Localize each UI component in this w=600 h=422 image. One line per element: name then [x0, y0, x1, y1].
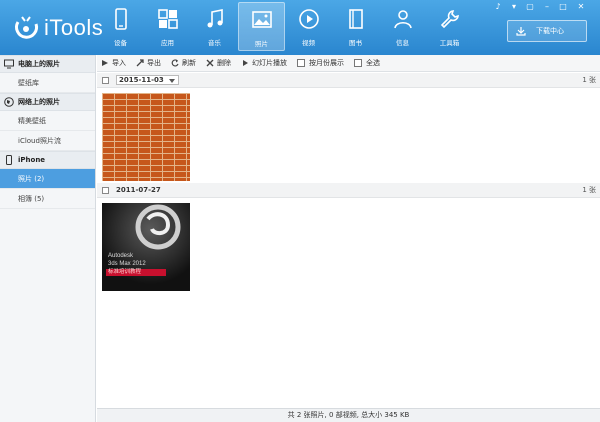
sidebar-item-label: 相簿 (5): [18, 194, 45, 203]
nav-toolbox-label: 工具箱: [439, 39, 460, 47]
download-icon: [516, 27, 526, 36]
book-cover-line2: 3ds Max 2012: [108, 261, 146, 267]
slideshow-label: 幻灯片播放: [252, 59, 287, 67]
sidebar-item-wallpaper-library[interactable]: 壁纸库: [0, 73, 95, 93]
sidebar-group-online-photos[interactable]: 网络上的照片: [0, 93, 95, 111]
nav-apps-label: 应用: [161, 39, 174, 47]
by-month-toggle[interactable]: 按月份展示: [297, 58, 344, 68]
nav-books[interactable]: 图书: [332, 2, 379, 51]
nav-messages[interactable]: 信息: [379, 2, 426, 51]
export-button[interactable]: 导出: [136, 58, 161, 68]
by-month-label: 按月份展示: [309, 59, 344, 67]
nav-photos[interactable]: 照片: [238, 2, 285, 51]
slideshow-button[interactable]: 幻灯片播放: [241, 58, 287, 68]
date-group-date: 2015-11-03: [119, 76, 164, 84]
sidebar-item-label: 照片 (2): [18, 174, 45, 183]
sidebar-item-wallpapers[interactable]: 精美壁纸: [0, 111, 95, 131]
download-center-label: 下载中心: [536, 27, 564, 35]
monitor-icon: [4, 59, 14, 69]
settings-icon[interactable]: ▢: [524, 2, 536, 12]
export-icon: [136, 59, 144, 67]
main-nav: 设备 应用 音乐 照片 视频 图书 信息 工具箱: [97, 2, 473, 53]
header-bar: iTools 设备 应用 音乐 照片 视频 图书 信息 工具箱 下载中心 ♪ ▾…: [0, 0, 600, 55]
date-group-checkbox[interactable]: [102, 76, 109, 84]
video-icon: [298, 9, 319, 29]
photo-icon: [251, 11, 272, 28]
maximize-icon[interactable]: □: [557, 2, 569, 12]
date-group-date: 2011-07-27: [116, 186, 161, 194]
sidebar-item-label: 壁纸库: [18, 78, 39, 87]
person-icon: [393, 10, 412, 29]
nav-video-label: 视频: [302, 39, 315, 47]
select-all-toggle[interactable]: 全选: [354, 58, 380, 68]
sidebar-item-icloud-stream[interactable]: iCloud照片流: [0, 131, 95, 151]
nav-messages-label: 信息: [396, 39, 409, 47]
refresh-icon: [171, 59, 179, 67]
nav-toolbox[interactable]: 工具箱: [426, 2, 473, 51]
delete-button[interactable]: 删除: [206, 58, 231, 68]
delete-label: 删除: [217, 59, 231, 67]
menu-icon[interactable]: ▾: [508, 2, 520, 12]
music-icon: [207, 9, 223, 28]
play-icon: [243, 60, 248, 66]
refresh-button[interactable]: 刷新: [171, 58, 196, 68]
book-icon: [348, 9, 363, 29]
import-button[interactable]: 导入: [101, 58, 126, 68]
globe-icon: [4, 97, 14, 107]
nav-device[interactable]: 设备: [97, 2, 144, 51]
status-bar: 共 2 张照片, 0 部视频, 总大小 345 KB: [97, 408, 600, 422]
select-all-checkbox[interactable]: [354, 59, 362, 67]
minimize-icon[interactable]: –: [541, 2, 553, 12]
nav-photos-label: 照片: [255, 40, 268, 48]
sidebar-item-photos[interactable]: 照片 (2): [0, 169, 95, 189]
close-icon[interactable]: ✕: [575, 2, 587, 12]
sidebar: 电脑上的照片 壁纸库 网络上的照片 精美壁纸 iCloud照片流 iPhone …: [0, 55, 96, 422]
date-group-dropdown[interactable]: 2015-11-03: [116, 75, 179, 85]
date-group-header: 2015-11-03 1 张: [97, 73, 600, 88]
sidebar-item-albums[interactable]: 相簿 (5): [0, 189, 95, 209]
sidebar-group-label: iPhone: [18, 156, 46, 164]
sidebar-group-iphone[interactable]: iPhone: [0, 151, 95, 169]
photo-toolbar: 导入 导出 刷新 删除 幻灯片播放 按月份展示 全选: [97, 55, 600, 72]
sidebar-group-pc-photos[interactable]: 电脑上的照片: [0, 55, 95, 73]
sidebar-item-label: iCloud照片流: [18, 136, 61, 145]
nav-music-label: 音乐: [208, 39, 221, 47]
delete-icon: [206, 59, 214, 67]
refresh-label: 刷新: [182, 59, 196, 67]
photo-grid: 2015-11-03 1 张 2011-07-27 1 张 Autodesk 3…: [97, 73, 600, 407]
select-all-label: 全选: [366, 59, 380, 67]
sidebar-group-label: 电脑上的照片: [18, 60, 60, 68]
date-group-count: 1 张: [582, 76, 596, 84]
by-month-checkbox[interactable]: [297, 59, 305, 67]
sidebar-item-label: 精美壁纸: [18, 116, 46, 125]
music-mini-icon[interactable]: ♪: [492, 2, 504, 12]
book-cover-line3: 标准培训教程: [106, 269, 166, 276]
app-logo-text: iTools: [44, 15, 104, 40]
date-group-checkbox[interactable]: [102, 186, 109, 194]
iphone-icon: [6, 155, 12, 165]
export-label: 导出: [147, 59, 161, 67]
phone-icon: [114, 8, 127, 30]
nav-books-label: 图书: [349, 39, 362, 47]
import-label: 导入: [112, 59, 126, 67]
itools-logo-icon: [15, 16, 39, 39]
photo-thumbnail-brick-wall[interactable]: [102, 93, 190, 181]
nav-device-label: 设备: [114, 39, 127, 47]
nav-music[interactable]: 音乐: [191, 2, 238, 51]
nav-apps[interactable]: 应用: [144, 2, 191, 51]
download-center-button[interactable]: 下载中心: [507, 20, 587, 42]
status-text: 共 2 张照片, 0 部视频, 总大小 345 KB: [287, 411, 410, 419]
wrench-icon: [440, 10, 459, 29]
date-group-count: 1 张: [582, 186, 596, 194]
apps-icon: [157, 9, 178, 29]
nav-video[interactable]: 视频: [285, 2, 332, 51]
sidebar-group-label: 网络上的照片: [18, 98, 60, 106]
book-cover-line1: Autodesk: [108, 253, 134, 259]
chevron-down-icon: [168, 79, 175, 83]
photo-thumbnail-book-cover[interactable]: Autodesk 3ds Max 2012 标准培训教程: [102, 203, 190, 291]
import-icon: [102, 60, 108, 66]
date-group-header: 2011-07-27 1 张: [97, 183, 600, 198]
